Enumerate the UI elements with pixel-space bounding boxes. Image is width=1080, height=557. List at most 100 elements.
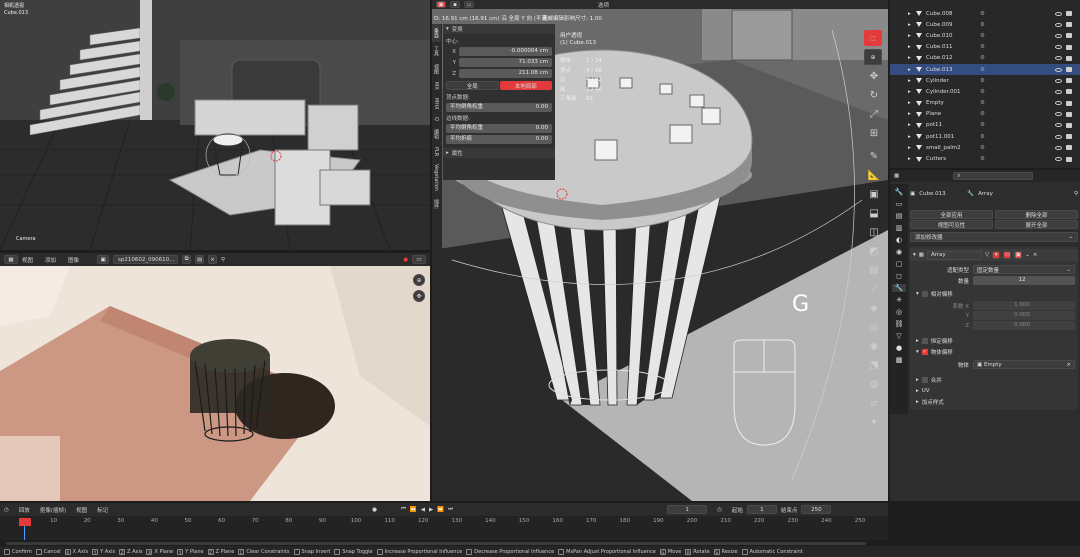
smooth-tool[interactable]: ◉ [864,341,884,360]
collection-tab-icon[interactable]: ▢ [896,260,903,268]
visibility-eye-icon[interactable] [1055,89,1062,94]
cage-toggle-icon[interactable]: ▾ [992,251,1001,259]
tab-view[interactable]: 视图 [432,60,441,78]
frame-scrollbar[interactable] [6,542,866,545]
object-tab-icon[interactable]: ◻ [896,272,902,280]
tab-item[interactable]: 条目 [432,24,441,42]
expand-icon[interactable]: ▸ [908,122,912,128]
global-toggle[interactable]: 全局 [446,81,499,90]
factor-x-field[interactable]: 1.000 [973,301,1075,310]
outliner-item[interactable]: ▸ Cube.012 ⚙ [890,53,1080,64]
timeline-ruler[interactable]: 1102030405060708090100110120130140150160… [0,516,888,540]
copy-icon[interactable]: ⧉ [182,255,192,264]
polybuild-tool[interactable]: ◈ [864,303,884,322]
editmode-toggle-icon[interactable]: ▽ [985,252,989,258]
visibility-eye-icon[interactable] [1055,112,1062,117]
viewport-vis-button[interactable]: 视图可见性 [910,220,993,229]
menu-add[interactable]: 添加 [45,256,56,264]
jump-start-icon[interactable]: ⏮ [401,506,406,513]
location-y-field[interactable]: 71.033 cm [459,58,552,67]
delete-all-button[interactable]: 删除全部 [995,210,1078,219]
expand-icon[interactable]: ▸ [908,134,912,140]
viewport-toggle-icon[interactable]: ▭ [1003,251,1012,259]
autokey-icon[interactable]: ● [372,507,377,513]
render-camera-icon[interactable] [1066,122,1072,128]
outliner-item[interactable]: ▸ Cube.010 ⚙ [890,30,1080,41]
render-camera-icon[interactable] [1066,145,1072,151]
constant-offset-checkbox[interactable] [921,338,928,344]
render-camera-icon[interactable] [1066,11,1072,17]
factor-y-field[interactable]: 0.000 [973,311,1075,320]
outliner-item[interactable]: ▸ Cylinder ⚙ [890,75,1080,86]
timeline-editor-icon[interactable]: ◷ [4,507,9,513]
expand-icon[interactable]: ▸ [908,89,912,95]
constant-offset-expand[interactable]: ▸ [916,338,919,344]
visibility-eye-icon[interactable] [1055,157,1062,162]
modifier-close-icon[interactable]: × [1033,252,1038,258]
caps-expand[interactable]: ▸ [916,399,919,405]
visibility-eye-icon[interactable] [1055,45,1062,50]
tab-plugin[interactable]: 插件 [432,195,441,213]
outliner-item[interactable]: ▸ pot11.001 ⚙ [890,131,1080,142]
image-browse-icon[interactable]: ▣ [97,255,110,264]
outliner-item[interactable]: ▸ Cutters ⚙ [890,153,1080,164]
object-offset-checkbox[interactable]: ✓ [921,349,928,355]
loopcut-tool[interactable]: ▤ [864,265,884,284]
relative-offset-checkbox[interactable] [921,291,928,297]
knife-tool[interactable]: ⟋ [864,284,884,303]
image-name-field[interactable]: sp210602_090610... [113,255,179,264]
merge-expand[interactable]: ▸ [916,377,919,383]
zoom-icon[interactable]: ⊕ [413,274,425,286]
inset-tool[interactable]: ◫ [864,227,884,246]
relative-offset-expand[interactable]: ▾ [916,291,919,297]
render-camera-icon[interactable] [1066,78,1072,84]
render-camera-icon[interactable] [1066,156,1072,162]
visibility-eye-icon[interactable] [1055,134,1062,139]
render-toggle-icon[interactable]: ▣ [1014,251,1023,259]
constraints-tab-icon[interactable]: ⛓ [895,320,904,328]
visibility-eye-icon[interactable] [1055,123,1062,128]
outliner-item[interactable]: ▸ Cube.009 ⚙ [890,19,1080,30]
render-tab-icon[interactable]: ▭ [896,200,903,208]
scene-tab-icon[interactable]: ◐ [896,236,902,244]
prev-key-icon[interactable]: ⏪ [410,507,417,513]
jump-end-icon[interactable]: ⏭ [448,506,453,513]
play-reverse-icon[interactable]: ◀ [421,507,425,513]
menu-timeline-view[interactable]: 视图 [76,506,87,514]
menu-marker[interactable]: 标记 [97,506,108,514]
annotate-tool[interactable]: ✎ [864,151,884,170]
expand-icon[interactable]: ▸ [908,156,912,162]
visibility-eye-icon[interactable] [1055,22,1062,27]
modifier-menu-icon[interactable]: ⌄ [1025,252,1030,258]
rotate-tool[interactable]: ↻ [864,90,884,109]
visibility-eye-icon[interactable] [1055,33,1062,38]
location-z-field[interactable]: 211.08 cm [459,69,552,78]
tab-vegetation[interactable]: Vegetation [432,160,440,195]
next-key-icon[interactable]: ⏩ [437,507,444,513]
outliner-item[interactable]: ▸ small_palm2 ⚙ [890,142,1080,153]
outliner-item[interactable]: ▸ Empty ⚙ [890,98,1080,109]
pin-icon[interactable]: ⚲ [221,257,225,263]
outliner-item[interactable]: ▸ Cube.008 ⚙ [890,8,1080,19]
menu-playback[interactable]: 回放 [19,506,30,514]
collapse-icon[interactable]: ▾ [913,252,916,258]
menu-options[interactable]: 选项 [598,1,609,9]
rip-tool[interactable]: ✦ [864,417,884,436]
display-channels-icon[interactable]: ▭ [412,255,426,264]
expand-icon[interactable]: ▸ [908,145,912,151]
visibility-eye-icon[interactable] [1055,101,1062,106]
vertex-mode-icon[interactable]: ▪ [450,1,460,8]
expand-icon[interactable]: ▸ [908,11,912,17]
current-frame-field[interactable]: 1 [667,505,708,514]
render-camera-icon[interactable] [1066,44,1072,50]
transform-tool[interactable]: ⊞ [864,128,884,147]
cursor-tool[interactable]: ⊕ [864,49,882,65]
properties-section-header[interactable]: ▸ 属性 [443,148,555,158]
expand-icon[interactable]: ▸ [908,33,912,39]
tab-edit[interactable]: 编辑 [432,125,441,143]
camera-viewport[interactable]: 相机透视 Cube.013 Camera [0,0,430,250]
visibility-eye-icon[interactable] [1055,11,1062,16]
spin-tool[interactable]: ◎ [864,322,884,341]
outliner-item[interactable]: ▸ Cylinder.001 ⚙ [890,86,1080,97]
render-image[interactable]: ⊕ ✥ [0,266,430,501]
